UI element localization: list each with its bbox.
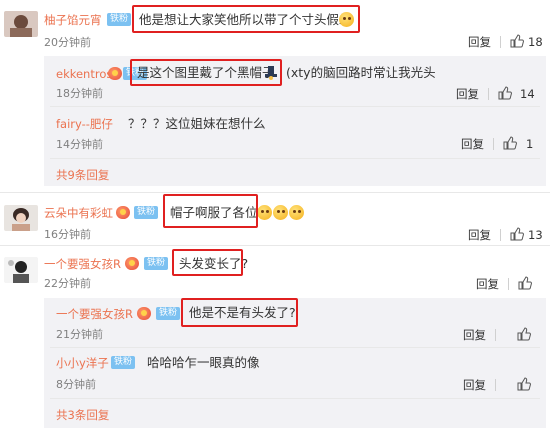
thumbs-up-icon[interactable]: [510, 34, 524, 48]
timestamp: 14分钟前: [56, 138, 103, 151]
fan-badge[interactable]: 铁粉: [144, 257, 169, 270]
like-count: 1: [526, 137, 534, 151]
fan-badge[interactable]: 铁粉: [107, 13, 132, 26]
fan-badge[interactable]: 铁粉: [134, 206, 159, 219]
username[interactable]: fairy--肥仔: [56, 117, 113, 131]
more-replies-link[interactable]: 共3条回复: [56, 408, 109, 422]
divider: [495, 329, 496, 341]
highlight-box: [132, 5, 360, 33]
highlight-box: [181, 298, 298, 327]
divider: [495, 379, 496, 391]
laughing-emoji-icon: [273, 205, 288, 220]
divider: [50, 347, 540, 348]
divider: [500, 36, 501, 48]
reply-button[interactable]: 回复: [463, 328, 486, 342]
vip-badge-icon: [108, 67, 122, 80]
avatar[interactable]: [4, 205, 38, 231]
divider: [50, 398, 540, 399]
highlight-box: [172, 249, 243, 276]
divider: [508, 278, 509, 290]
thumbs-up-icon[interactable]: [498, 86, 512, 100]
vip-badge-icon: [125, 257, 139, 270]
like-count: 14: [520, 87, 535, 101]
avatar[interactable]: [4, 257, 38, 283]
username[interactable]: 柚子馅元宵: [44, 13, 102, 27]
username[interactable]: 一个要强女孩R: [56, 307, 133, 321]
username[interactable]: 云朵中有彩虹: [44, 206, 113, 220]
more-replies-link[interactable]: 共9条回复: [56, 168, 109, 182]
thumbs-up-icon[interactable]: [503, 136, 517, 150]
highlight-box: [130, 59, 282, 86]
laughing-emoji-icon: [289, 205, 304, 220]
reply-button[interactable]: 回复: [468, 228, 491, 242]
laughing-emoji-icon: [257, 205, 272, 220]
divider: [0, 192, 550, 193]
fan-badge[interactable]: 铁粉: [111, 356, 136, 369]
avatar[interactable]: [4, 11, 38, 37]
timestamp: 20分钟前: [44, 36, 91, 49]
username[interactable]: 一个要强女孩R: [44, 257, 121, 271]
fan-badge[interactable]: 铁粉: [156, 307, 181, 320]
thumbs-up-icon[interactable]: [510, 227, 524, 241]
divider: [0, 245, 550, 246]
timestamp: 16分钟前: [44, 228, 91, 241]
timestamp: 18分钟前: [56, 87, 103, 100]
divider: [488, 88, 489, 100]
divider: [493, 138, 494, 150]
username[interactable]: 小小y洋子: [56, 356, 109, 370]
thumbs-up-icon[interactable]: [517, 327, 531, 341]
timestamp: 21分钟前: [56, 328, 103, 341]
thumbs-up-icon[interactable]: [518, 276, 532, 290]
highlight-box: [163, 194, 258, 228]
vip-badge-icon: [116, 206, 130, 219]
reply-button[interactable]: 回复: [461, 137, 484, 151]
divider: [50, 158, 540, 159]
reply-button[interactable]: 回复: [476, 277, 499, 291]
like-count: 18: [528, 35, 543, 49]
timestamp: 22分钟前: [44, 277, 91, 290]
comment-text: ？？？这位姐妹在想什么: [128, 116, 266, 131]
thumbs-up-icon[interactable]: [517, 377, 531, 391]
username[interactable]: ekkentros: [56, 67, 112, 81]
vip-badge-icon: [137, 307, 151, 320]
comment-text: 哈哈哈乍一眼真的像: [147, 355, 260, 370]
reply-button[interactable]: 回复: [463, 378, 486, 392]
divider: [50, 106, 540, 107]
divider: [500, 229, 501, 241]
like-count: 13: [528, 228, 543, 242]
reply-button[interactable]: 回复: [456, 87, 479, 101]
timestamp: 8分钟前: [56, 378, 96, 391]
reply-button[interactable]: 回复: [468, 35, 491, 49]
comment-text-suffix: (xty的脑回路时常让我光头: [286, 65, 436, 80]
